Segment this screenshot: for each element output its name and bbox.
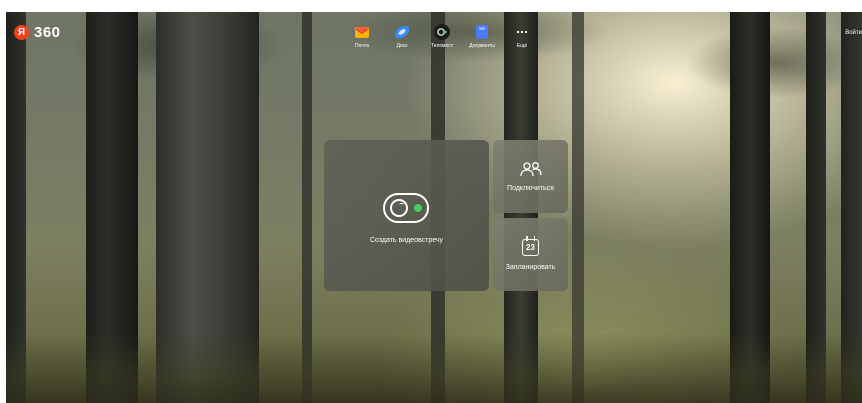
calendar-day: 23 xyxy=(526,242,535,252)
app-mail[interactable]: Почта xyxy=(346,24,378,49)
mail-icon xyxy=(354,24,370,40)
documents-icon xyxy=(474,24,490,40)
schedule-meeting-label: Запланировать xyxy=(505,263,556,271)
app-mail-label: Почта xyxy=(355,43,369,49)
login-button[interactable]: Войти xyxy=(845,30,862,36)
more-icon xyxy=(514,24,530,40)
status-indicator xyxy=(414,204,422,212)
create-meeting-label: Создать видеовстречу xyxy=(369,237,444,244)
background-scene: Я 360 Почта Диск Телемост Документы Ещё … xyxy=(6,12,862,403)
app-telemost[interactable]: Телемост xyxy=(426,24,458,49)
logo-text: 360 xyxy=(34,24,61,41)
yandex-360-logo[interactable]: Я 360 xyxy=(14,24,61,41)
calendar-icon: 23 xyxy=(522,235,539,256)
app-switcher: Почта Диск Телемост Документы Ещё xyxy=(346,24,538,49)
camera-lens-icon xyxy=(390,199,408,217)
people-icon xyxy=(519,161,543,177)
yandex-logo-icon: Я xyxy=(14,25,29,40)
disk-icon xyxy=(394,24,410,40)
app-disk[interactable]: Диск xyxy=(386,24,418,49)
app-documents[interactable]: Документы xyxy=(466,24,498,49)
app-documents-label: Документы xyxy=(469,43,495,49)
app-telemost-label: Телемост xyxy=(430,43,454,49)
schedule-meeting-button[interactable]: 23 Запланировать xyxy=(493,218,568,291)
app-more[interactable]: Ещё xyxy=(506,24,538,49)
app-disk-label: Диск xyxy=(396,43,408,49)
app-more-label: Ещё xyxy=(516,43,528,49)
telemost-icon xyxy=(434,24,450,40)
forest-ground xyxy=(6,333,862,403)
video-camera-icon xyxy=(383,193,429,223)
join-meeting-label: Подключиться xyxy=(507,185,554,192)
create-meeting-button[interactable]: Создать видеовстречу xyxy=(324,140,489,291)
join-meeting-button[interactable]: Подключиться xyxy=(493,140,568,213)
